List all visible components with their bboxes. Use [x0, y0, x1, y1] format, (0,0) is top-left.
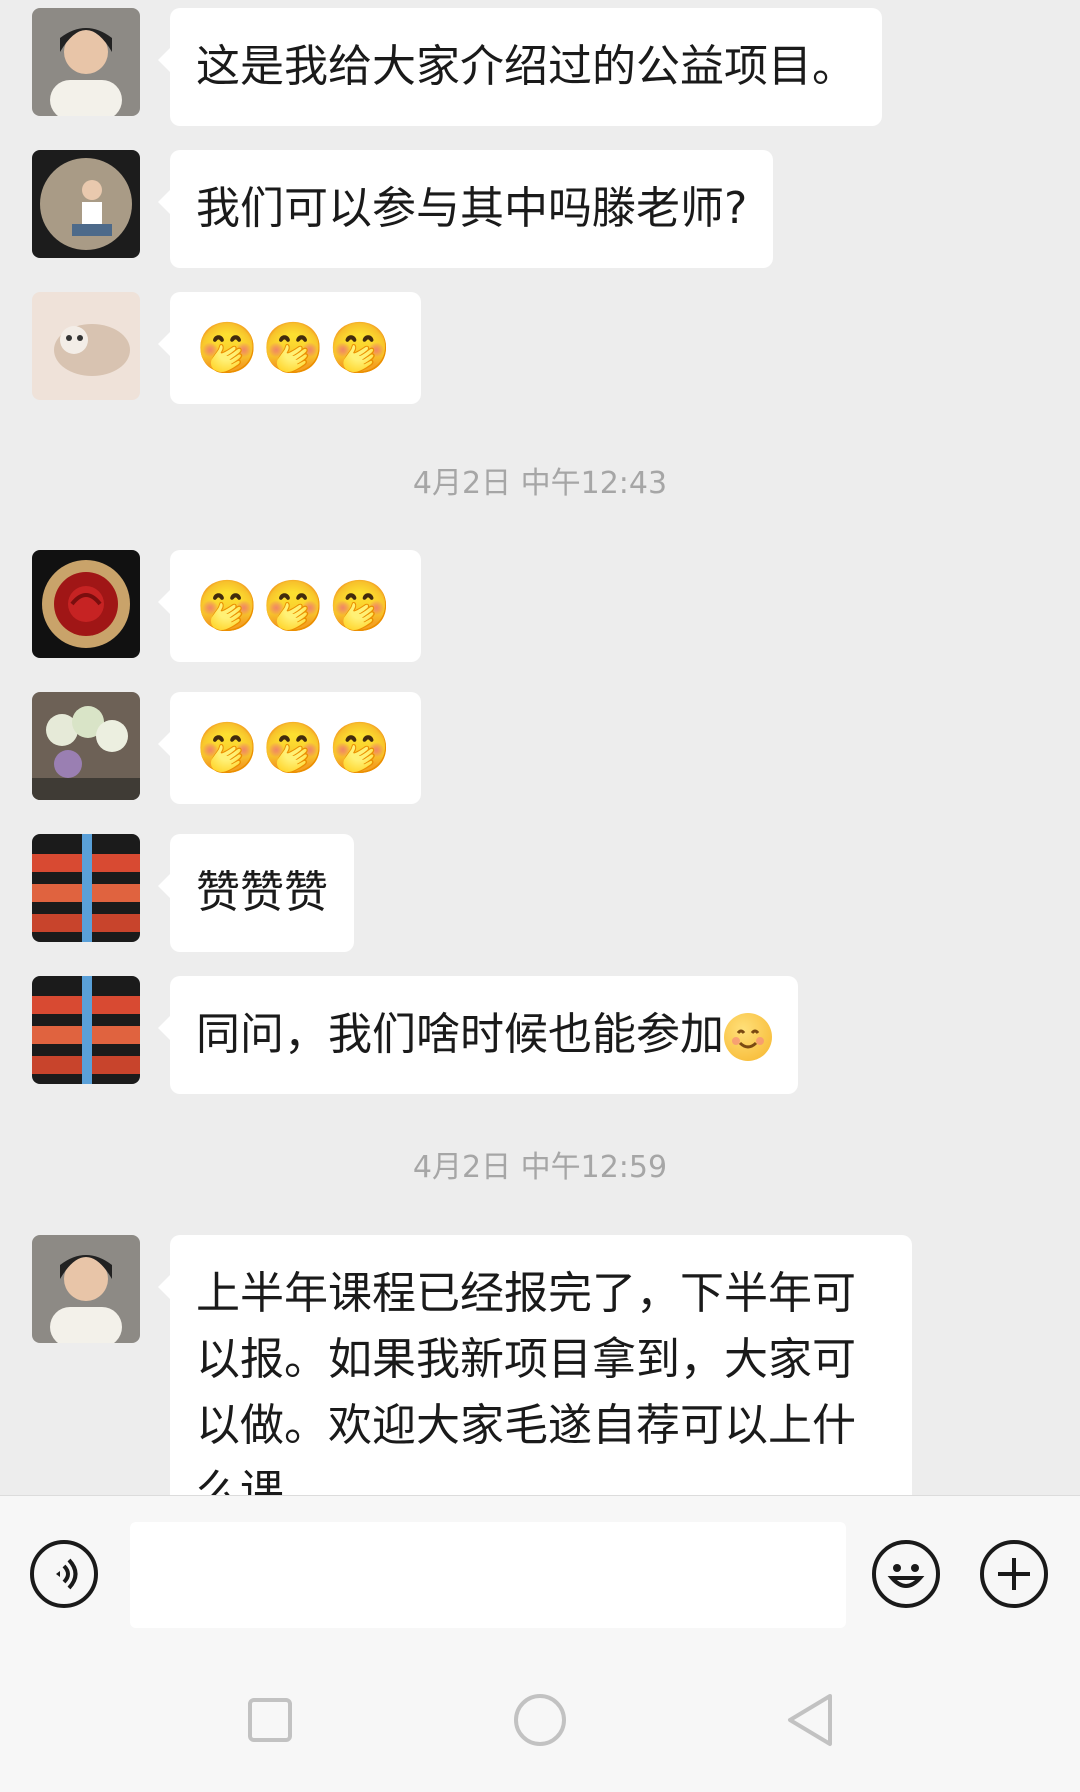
- system-nav-bar: [0, 1650, 1080, 1792]
- smile-face-icon: [724, 1013, 772, 1061]
- avatar[interactable]: [32, 292, 140, 400]
- triangle-back-icon[interactable]: [780, 1690, 840, 1750]
- emoji-message: 🤭🤭🤭: [196, 719, 395, 777]
- avatar[interactable]: [32, 834, 140, 942]
- timestamp: 4月2日 中午12:43: [412, 466, 668, 501]
- plus-button[interactable]: [980, 1540, 1048, 1608]
- message-bubble[interactable]: 🤭🤭🤭: [158, 692, 421, 804]
- message-text: 上半年课程已经报完了，下半年可以报。如果我新项目拿到，大家可以做。欢迎大家毛遂自…: [196, 1268, 856, 1495]
- emoji-message: 🤭🤭🤭: [196, 319, 395, 377]
- emoji-message: 🤭🤭🤭: [196, 577, 395, 635]
- plus-icon: [998, 1558, 1030, 1590]
- message-input[interactable]: [130, 1522, 846, 1628]
- message-bubble[interactable]: 同问，我们啥时候也能参加: [158, 976, 798, 1094]
- chat-history[interactable]: 这是我给大家介绍过的公益项目。 我们可以参与其中吗滕老师? 🤭🤭🤭 4月2日 中…: [0, 0, 1080, 1495]
- avatar[interactable]: [32, 8, 140, 116]
- timestamp: 4月2日 中午12:59: [412, 1150, 668, 1185]
- message-bubble[interactable]: 赞赞赞: [158, 834, 354, 952]
- emoji-icon: [887, 1564, 925, 1588]
- message-bubble[interactable]: 我们可以参与其中吗滕老师?: [157, 150, 774, 268]
- message-text: 这是我给大家介绍过的公益项目。: [196, 41, 856, 92]
- voice-icon: [56, 1558, 78, 1590]
- avatar[interactable]: [32, 976, 140, 1084]
- message-text: 同问，我们啥时候也能参加: [196, 1009, 724, 1060]
- input-bar: [0, 1495, 1080, 1651]
- message-bubble[interactable]: 上半年课程已经报完了，下半年可以报。如果我新项目拿到，大家可以做。欢迎大家毛遂自…: [158, 1235, 912, 1495]
- emoji-button[interactable]: [872, 1540, 940, 1608]
- message-text: 赞赞赞: [196, 867, 328, 918]
- square-nav-icon[interactable]: [240, 1690, 300, 1750]
- message-bubble[interactable]: 这是我给大家介绍过的公益项目。: [158, 8, 882, 126]
- circle-nav-icon[interactable]: [510, 1690, 570, 1750]
- avatar[interactable]: [32, 692, 140, 800]
- avatar[interactable]: [32, 550, 140, 658]
- message-text: 我们可以参与其中吗滕老师?: [196, 183, 748, 234]
- message-bubble[interactable]: 🤭🤭🤭: [158, 550, 421, 662]
- message-bubble[interactable]: 🤭🤭🤭: [158, 292, 421, 404]
- avatar[interactable]: [32, 150, 140, 258]
- avatar[interactable]: [32, 1235, 140, 1343]
- voice-button[interactable]: [30, 1540, 98, 1608]
